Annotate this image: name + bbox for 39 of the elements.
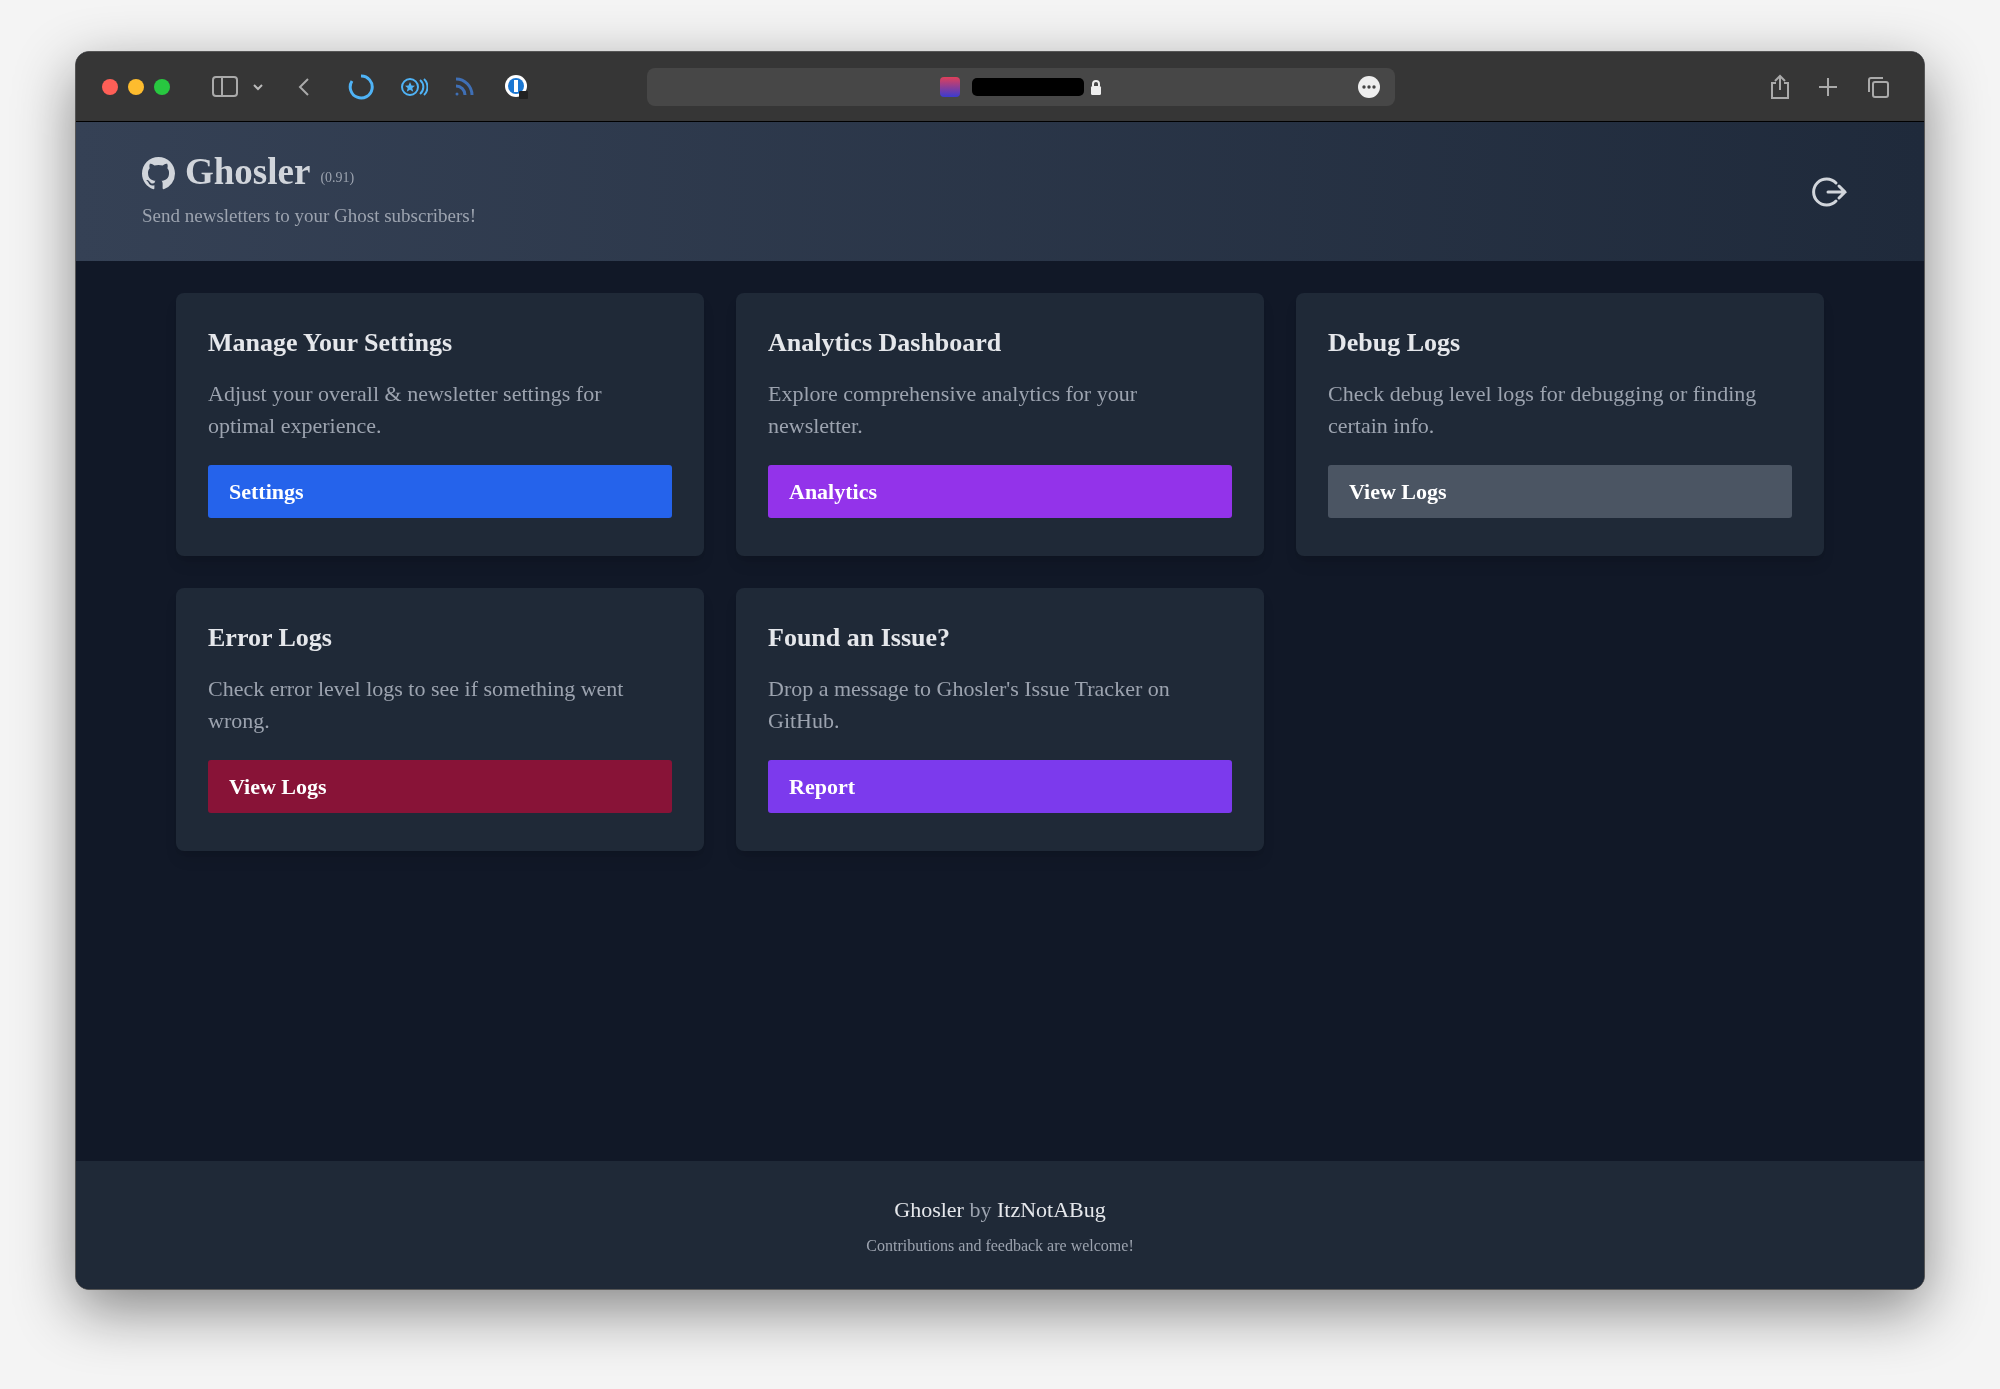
lock-icon [1090, 78, 1102, 95]
new-tab-icon[interactable] [1818, 76, 1838, 97]
logout-icon[interactable] [1812, 174, 1848, 209]
action-button[interactable]: View Logs [208, 759, 672, 813]
card-title: Error Logs [208, 622, 333, 654]
app-title: Ghosler [185, 152, 311, 190]
sidebar-icon[interactable] [212, 76, 238, 97]
action-button[interactable]: View Logs [1328, 464, 1792, 518]
card-title: Manage Your Settings [208, 327, 454, 359]
footer-note: Contributions and feedback are welcome! [866, 1235, 1134, 1256]
card-description: Check error level logs to see if something went wrong. [208, 674, 625, 735]
card-title: Debug Logs [1328, 327, 1462, 359]
share-icon[interactable] [1770, 73, 1790, 100]
zoom-window-button[interactable] [154, 78, 170, 95]
card-description: Drop a message to Ghosler's Issue Tracker on GitHub. [768, 674, 1171, 735]
loading-spinner-icon[interactable] [348, 73, 374, 100]
footer-credit: Ghosler by ItzNotABug [894, 1195, 1106, 1224]
minimize-window-button[interactable] [128, 78, 144, 95]
card-description: Adjust your overall & newsletter settings for optimal experience. [208, 379, 603, 440]
rss-icon[interactable] [454, 76, 474, 97]
chevron-down-icon[interactable] [252, 82, 264, 91]
github-icon[interactable] [142, 156, 175, 190]
action-button[interactable]: Report [768, 759, 1232, 813]
star-badge-icon[interactable] [400, 75, 428, 98]
app-subtitle: Send newsletters to your Ghost subscribers! [142, 203, 477, 228]
card-title: Found an Issue? [768, 622, 952, 654]
site-favicon-icon [940, 76, 960, 97]
action-button[interactable]: Analytics [768, 464, 1232, 518]
card-description: Check debug level logs for debugging or finding certain info. [1328, 379, 1758, 440]
back-icon[interactable] [298, 76, 310, 97]
tabs-overview-icon[interactable] [1866, 74, 1890, 99]
card-description: Explore comprehensive analytics for your newsletter. [768, 379, 1138, 440]
more-icon[interactable] [1357, 74, 1381, 99]
close-window-button[interactable] [102, 78, 118, 95]
card-title: Analytics Dashboard [768, 327, 1003, 359]
password-lock-icon[interactable] [504, 73, 530, 100]
version-label: (0.91) [320, 168, 355, 187]
action-button[interactable]: Settings [208, 464, 672, 518]
address-bar[interactable] [647, 67, 1395, 106]
